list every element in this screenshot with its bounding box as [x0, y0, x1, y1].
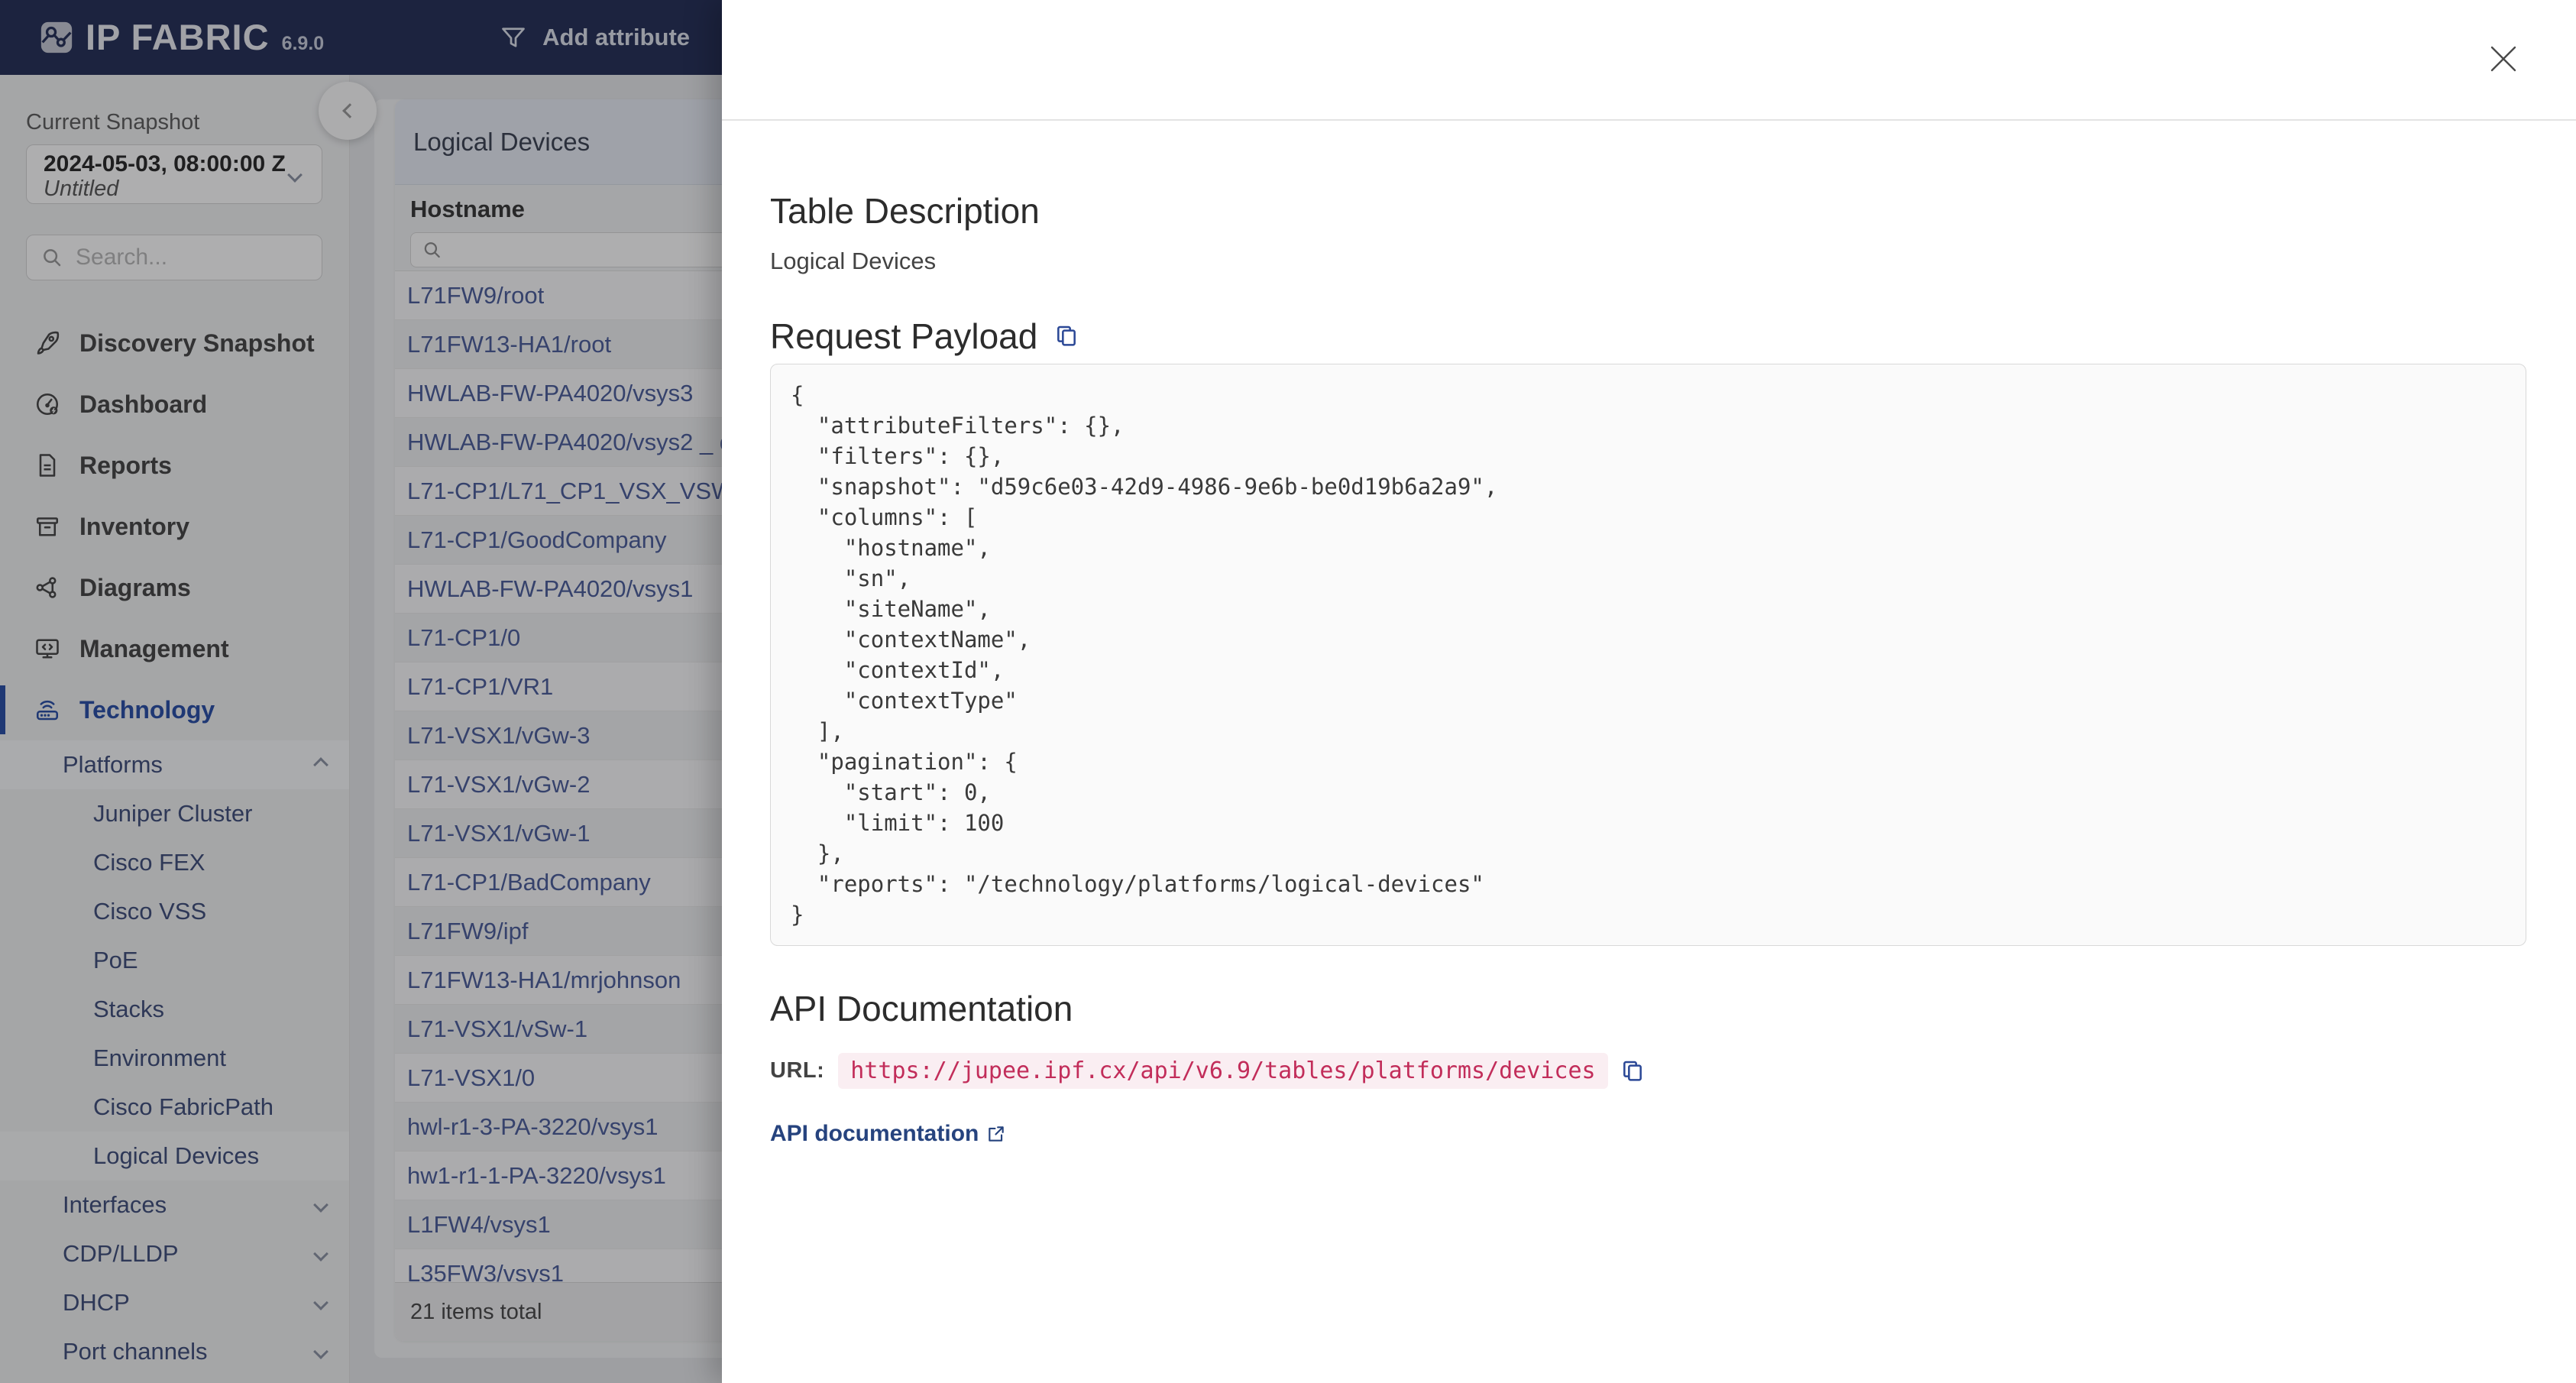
table-description-value: Logical Devices: [770, 248, 2526, 275]
copy-icon[interactable]: [1620, 1057, 1645, 1085]
description-modal: Table Description Logical Devices Reques…: [722, 0, 2576, 1383]
external-link-icon: [986, 1124, 1006, 1144]
api-url-row: URL: https://jupee.ipf.cx/api/v6.9/table…: [770, 1053, 2526, 1089]
table-description-title: Table Description: [770, 188, 2526, 234]
modal-mask[interactable]: [0, 0, 722, 1383]
app-screen: IP FABRIC 6.9.0 Add attribute Current Sn…: [0, 0, 2576, 1383]
request-payload-title: Request Payload: [770, 313, 1037, 359]
url-label: URL:: [770, 1058, 824, 1083]
close-icon[interactable]: [2484, 40, 2523, 78]
api-documentation-link-label: API documentation: [770, 1121, 979, 1147]
copy-icon[interactable]: [1054, 322, 1079, 350]
modal-header: [722, 0, 2576, 121]
request-payload-code[interactable]: { "attributeFilters": {}, "filters": {},…: [770, 364, 2526, 946]
modal-body: Table Description Logical Devices Reques…: [722, 121, 2576, 1147]
api-documentation-title: API Documentation: [770, 986, 2526, 1032]
api-documentation-link[interactable]: API documentation: [770, 1121, 2526, 1147]
api-url-value[interactable]: https://jupee.ipf.cx/api/v6.9/tables/pla…: [838, 1053, 1607, 1089]
